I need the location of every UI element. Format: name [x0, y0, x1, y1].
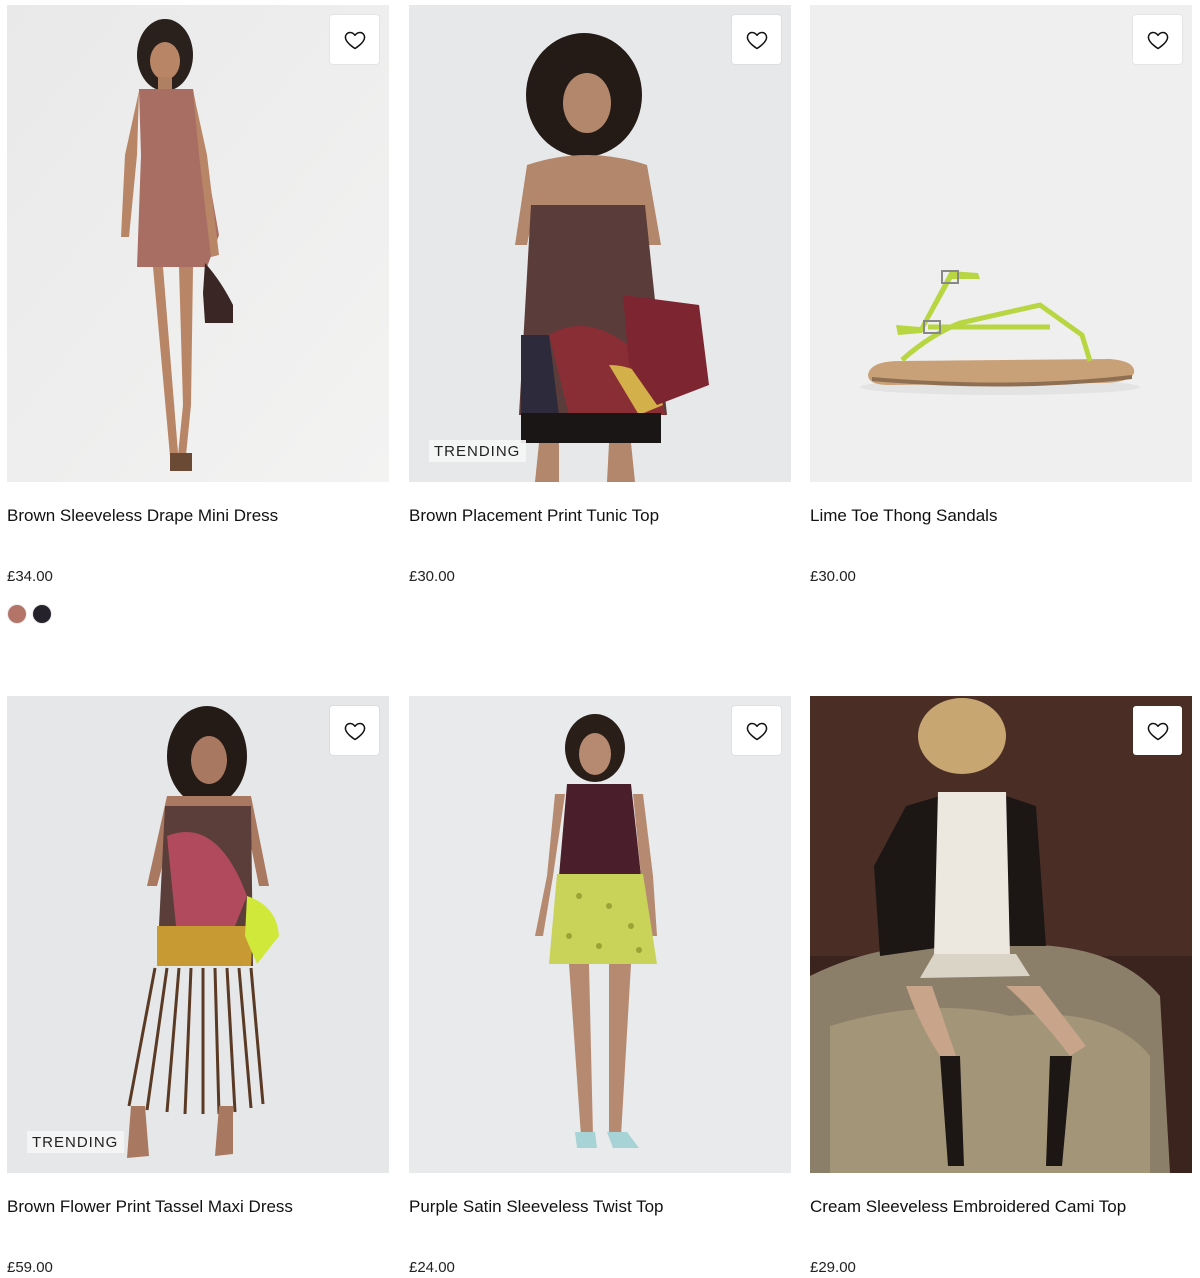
wishlist-button[interactable]: [732, 706, 781, 755]
product-title[interactable]: Cream Sleeveless Embroidered Cami Top: [810, 1196, 1126, 1218]
model-mini-dress-image: [7, 5, 389, 482]
product-card[interactable]: TRENDING Brown Flower Print Tassel Maxi …: [7, 696, 389, 1276]
product-title[interactable]: Brown Placement Print Tunic Top: [409, 505, 659, 527]
model-cami-top-image: [810, 696, 1192, 1173]
product-title[interactable]: Purple Satin Sleeveless Twist Top: [409, 1196, 664, 1218]
sandal-image: [810, 5, 1192, 482]
heart-outline-icon: [344, 31, 365, 49]
heart-outline-icon: [746, 31, 767, 49]
trending-badge: TRENDING: [27, 1131, 125, 1153]
product-image[interactable]: [409, 696, 791, 1173]
wishlist-button[interactable]: [732, 15, 781, 64]
product-image[interactable]: [810, 696, 1192, 1173]
product-card[interactable]: Cream Sleeveless Embroidered Cami Top £2…: [810, 696, 1192, 1276]
product-image[interactable]: TRENDING: [409, 5, 791, 482]
product-price: £30.00: [409, 568, 455, 585]
product-price: £34.00: [7, 568, 53, 585]
product-image[interactable]: [810, 5, 1192, 482]
product-card[interactable]: Brown Sleeveless Drape Mini Dress £34.00: [7, 5, 389, 623]
model-maxi-dress-image: [7, 696, 389, 1173]
product-price: £59.00: [7, 1259, 53, 1276]
product-title[interactable]: Lime Toe Thong Sandals: [810, 505, 997, 527]
model-twist-top-image: [409, 696, 791, 1173]
wishlist-button[interactable]: [330, 15, 379, 64]
product-price: £29.00: [810, 1259, 856, 1276]
wishlist-button[interactable]: [1133, 15, 1182, 64]
product-card[interactable]: Purple Satin Sleeveless Twist Top £24.00: [409, 696, 791, 1276]
heart-outline-icon: [1147, 31, 1168, 49]
product-image[interactable]: [7, 5, 389, 482]
heart-outline-icon: [1147, 722, 1168, 740]
heart-outline-icon: [746, 722, 767, 740]
product-image[interactable]: TRENDING: [7, 696, 389, 1173]
color-swatch-brown[interactable]: [8, 605, 26, 623]
color-swatches: [8, 605, 51, 623]
product-card[interactable]: TRENDING Brown Placement Print Tunic Top…: [409, 5, 791, 585]
model-tunic-top-image: [409, 5, 791, 482]
color-swatch-black[interactable]: [33, 605, 51, 623]
trending-badge: TRENDING: [429, 440, 527, 462]
heart-outline-icon: [344, 722, 365, 740]
product-price: £30.00: [810, 568, 856, 585]
product-title[interactable]: Brown Flower Print Tassel Maxi Dress: [7, 1196, 293, 1218]
wishlist-button[interactable]: [1133, 706, 1182, 755]
product-price: £24.00: [409, 1259, 455, 1276]
product-title[interactable]: Brown Sleeveless Drape Mini Dress: [7, 505, 278, 527]
product-card[interactable]: Lime Toe Thong Sandals £30.00: [810, 5, 1192, 585]
wishlist-button[interactable]: [330, 706, 379, 755]
